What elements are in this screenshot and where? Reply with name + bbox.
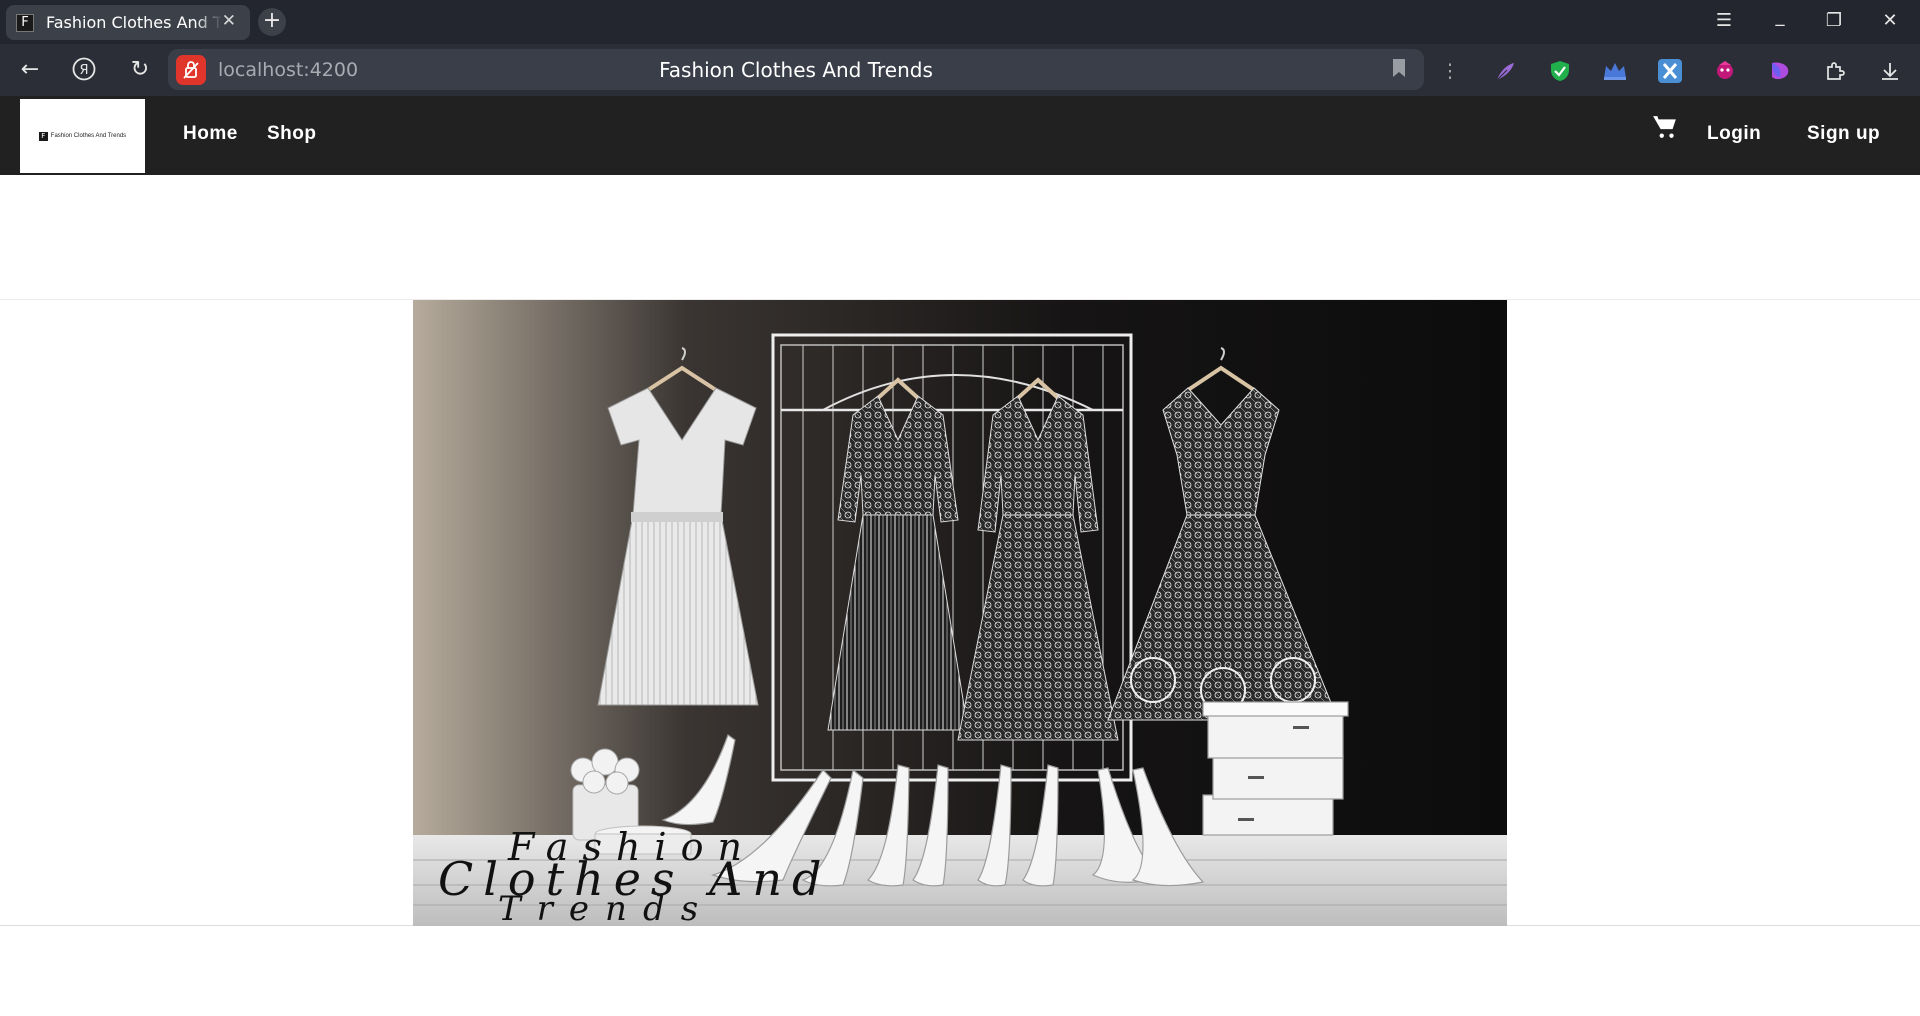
address-bar[interactable]: localhost:4200 Fashion Clothes And Trend… xyxy=(168,49,1424,90)
download-icon[interactable] xyxy=(1876,57,1904,85)
svg-text:Я: Я xyxy=(79,63,88,78)
shield-check-extension-icon[interactable] xyxy=(1546,57,1574,85)
restore-icon[interactable]: ❐ xyxy=(1822,10,1846,31)
yandex-icon[interactable]: Я xyxy=(70,56,98,84)
address-bar-page-title: Fashion Clothes And Trends xyxy=(659,58,933,82)
browser-tab-bar: F Fashion Clothes And Trends ✕ + ☰ _ ❐ ✕ xyxy=(0,0,1920,44)
bookmark-icon[interactable] xyxy=(1392,58,1406,78)
minimize-icon[interactable]: _ xyxy=(1768,6,1792,27)
crown-extension-icon[interactable] xyxy=(1601,57,1629,85)
close-window-icon[interactable]: ✕ xyxy=(1878,10,1902,31)
logo-text: Fashion Clothes And Trends xyxy=(50,133,127,139)
new-tab-button[interactable]: + xyxy=(258,8,286,36)
anime-extension-icon[interactable] xyxy=(1711,57,1739,85)
reload-icon[interactable]: ↻ xyxy=(126,56,154,84)
cart-icon[interactable] xyxy=(1652,114,1678,140)
tab-title: Fashion Clothes And Trends xyxy=(46,13,222,32)
tabs-menu-icon[interactable]: ☰ xyxy=(1712,10,1736,31)
hero-banner-image: Fashion Clothes And Trends xyxy=(413,300,1507,926)
site-logo[interactable]: F Fashion Clothes And Trends xyxy=(20,99,145,173)
back-icon[interactable]: ← xyxy=(16,56,44,84)
close-tab-icon[interactable]: ✕ xyxy=(222,11,236,31)
browser-tab[interactable]: F Fashion Clothes And Trends ✕ xyxy=(6,5,250,40)
logo-letter: F xyxy=(38,131,48,141)
x-extension-icon[interactable] xyxy=(1656,57,1684,85)
signup-link[interactable]: Sign up xyxy=(1807,123,1880,145)
tab-favicon: F xyxy=(16,13,34,32)
puzzle-extensions-icon[interactable] xyxy=(1821,57,1849,85)
nav-home-link[interactable]: Home xyxy=(183,123,238,145)
hero-carousel: Fashion Clothes And Trends xyxy=(0,299,1920,926)
login-link[interactable]: Login xyxy=(1707,123,1761,145)
browser-toolbar: ← Я ↻ localhost:4200 Fashion Clothes And… xyxy=(0,44,1920,96)
site-navbar: F Fashion Clothes And Trends Home Shop L… xyxy=(0,96,1920,175)
feather-extension-icon[interactable] xyxy=(1491,57,1519,85)
nav-shop-link[interactable]: Shop xyxy=(267,123,317,145)
purple-blob-extension-icon[interactable] xyxy=(1766,57,1794,85)
hero-overlay-line3: Trends xyxy=(498,889,714,926)
more-menu-icon[interactable]: ⋮ xyxy=(1436,57,1464,85)
